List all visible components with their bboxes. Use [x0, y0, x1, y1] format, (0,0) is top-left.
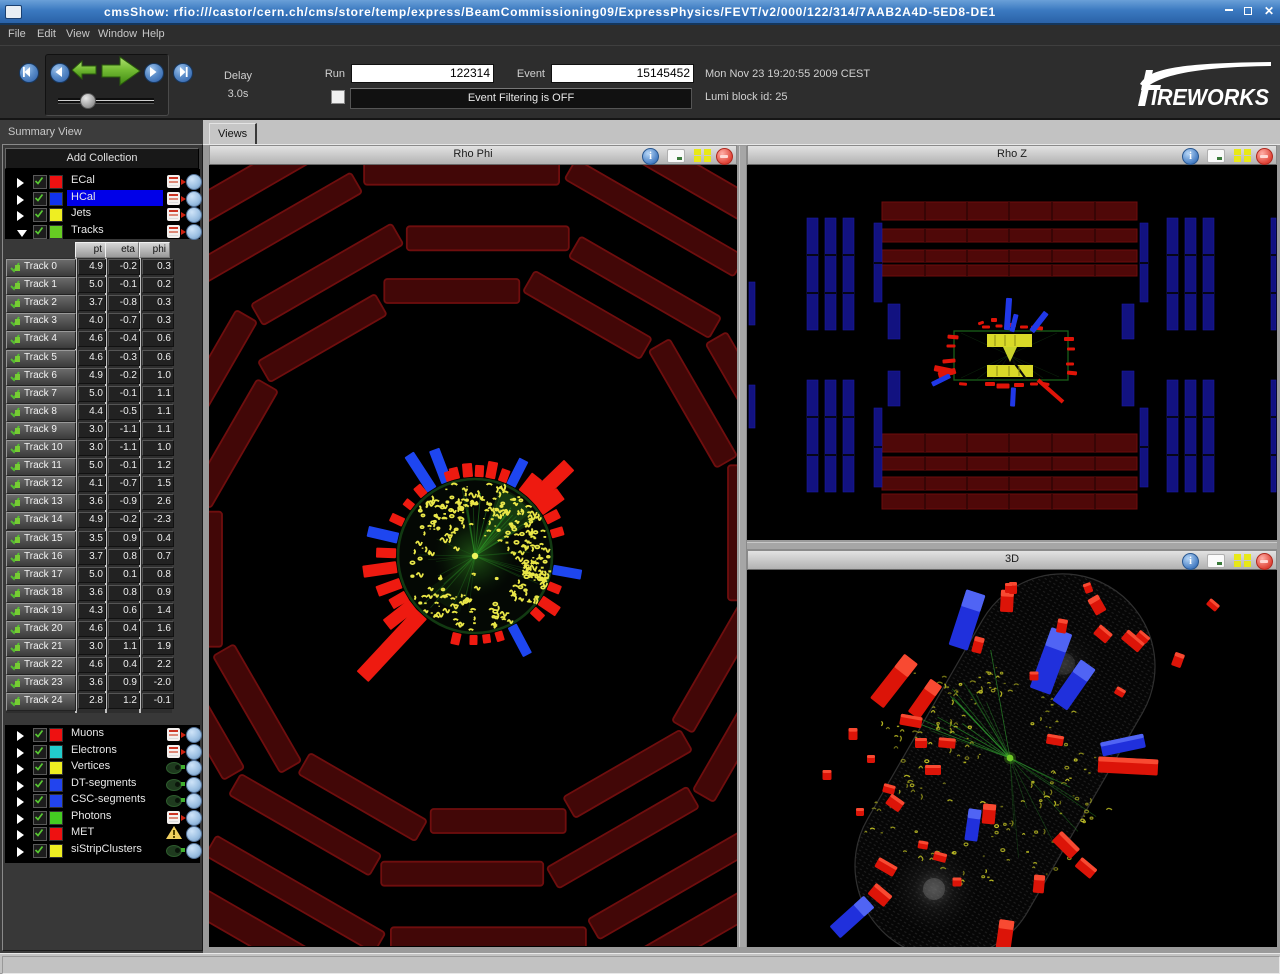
svg-text:IREWORKS: IREWORKS — [1151, 84, 1270, 110]
